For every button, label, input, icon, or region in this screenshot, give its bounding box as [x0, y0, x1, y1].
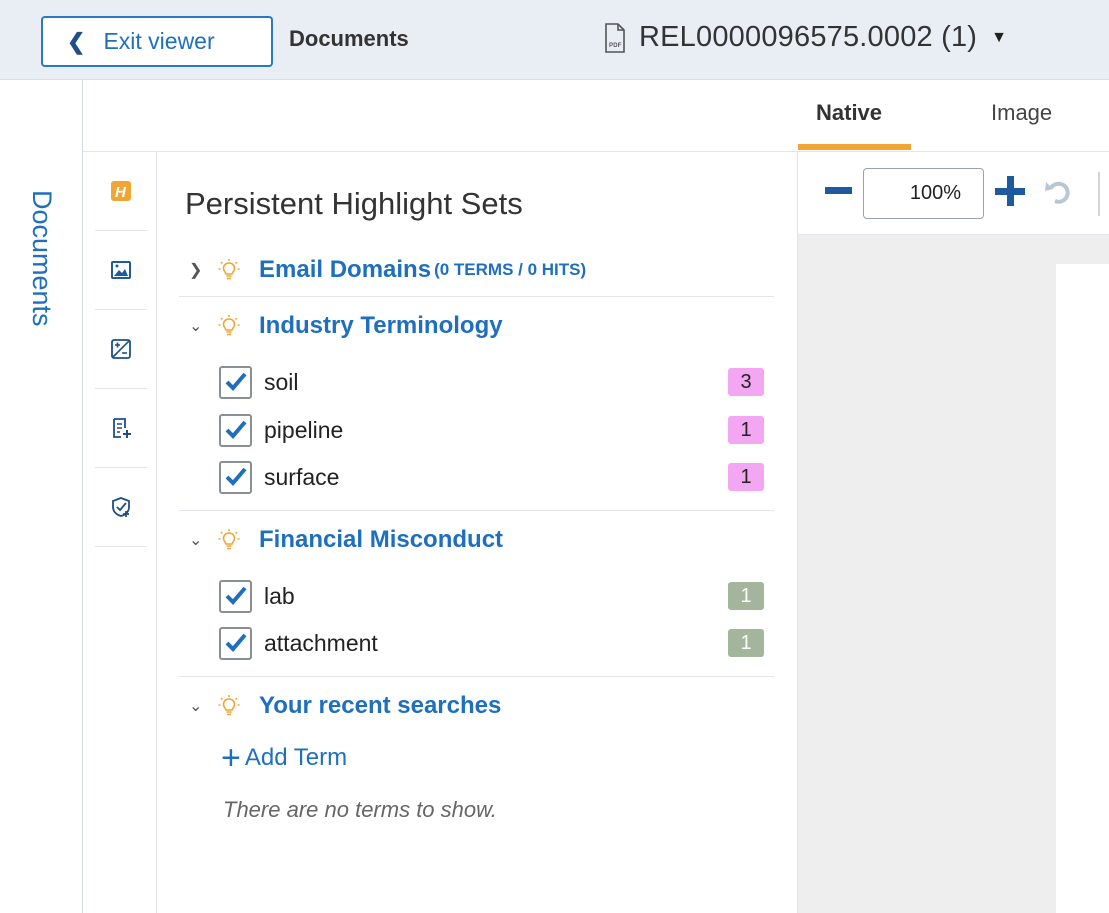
section-name: Financial Misconduct: [259, 526, 504, 553]
term-row: pipeline 1: [219, 413, 764, 447]
term-row: soil 3: [219, 365, 764, 399]
checkmark-icon: [225, 420, 247, 439]
top-bar: ❮ Exit viewer Documents PDF REL000009657…: [0, 0, 1109, 80]
svg-text:PDF: PDF: [609, 43, 622, 49]
term-label: pipeline: [264, 416, 344, 443]
tab-image[interactable]: Image: [991, 100, 1052, 126]
viewer-toolbar: 100%: [798, 151, 1109, 235]
document-viewer: Native Image 100%: [798, 80, 1109, 913]
chevron-right-icon: ❯: [189, 262, 203, 279]
documents-side-tab[interactable]: Documents: [0, 80, 83, 913]
zoom-out-button[interactable]: [825, 187, 852, 194]
term-label: attachment: [264, 629, 378, 656]
hit-count-badge[interactable]: 1: [728, 582, 764, 610]
chevron-down-icon: ▼: [991, 28, 1008, 46]
term-label: soil: [264, 368, 299, 395]
notes-icon: [113, 418, 131, 438]
section-name: Your recent searches: [259, 692, 502, 719]
section-financial-misconduct[interactable]: ⌄ Financial Misconduct: [189, 525, 503, 555]
hit-count-badge[interactable]: 1: [728, 416, 764, 444]
term-row: attachment 1: [219, 626, 764, 660]
bulb-icon: [218, 695, 240, 716]
term-checkbox[interactable]: [219, 460, 252, 494]
hit-count-badge[interactable]: 3: [728, 368, 764, 396]
chevron-down-icon: ⌄: [189, 698, 203, 715]
term-label: surface: [264, 463, 340, 490]
panel-title: Persistent Highlight Sets: [185, 186, 523, 221]
active-tab-indicator: [798, 144, 911, 150]
checkmark-icon: [225, 586, 247, 605]
breadcrumb[interactable]: Documents: [289, 26, 409, 52]
chevron-left-icon: ❮: [67, 28, 86, 54]
panel-header-strip: [83, 80, 798, 152]
bulb-icon: [218, 315, 240, 336]
rail-notes[interactable]: [95, 389, 147, 468]
rail-redact[interactable]: [95, 310, 147, 389]
empty-terms-note: There are no terms to show.: [223, 797, 497, 822]
side-tab-label: Documents: [27, 190, 57, 327]
divider: [179, 510, 774, 511]
section-meta: (0 TERMS / 0 HITS): [434, 260, 587, 279]
term-checkbox[interactable]: [219, 579, 252, 613]
divider: [179, 296, 774, 297]
zoom-level-input[interactable]: 100%: [863, 168, 984, 219]
term-checkbox[interactable]: [219, 626, 252, 660]
term-checkbox[interactable]: [219, 365, 252, 399]
term-row: lab 1: [219, 579, 764, 613]
exit-viewer-button[interactable]: ❮ Exit viewer: [41, 16, 273, 67]
chevron-down-icon: ⌄: [189, 318, 203, 335]
add-term-button[interactable]: + Add Term: [221, 741, 347, 775]
divider: [179, 676, 774, 677]
checkmark-icon: [225, 633, 247, 652]
bulb-icon: [218, 259, 240, 280]
hit-count-badge[interactable]: 1: [728, 629, 764, 657]
document-page[interactable]: [1056, 264, 1109, 913]
chevron-down-icon: ⌄: [189, 532, 203, 549]
term-row: surface 1: [219, 460, 764, 494]
term-label: lab: [264, 582, 295, 609]
document-title: REL0000096575.0002 (1): [639, 21, 978, 53]
zoom-in-button[interactable]: [995, 176, 1025, 206]
document-selector[interactable]: PDF REL0000096575.0002 (1) ▼: [603, 21, 1007, 54]
plus-icon: +: [221, 739, 241, 777]
section-email-domains[interactable]: ❯ Email Domains (0 TERMS / 0 HITS): [189, 255, 586, 285]
highlight-h-icon: H: [111, 181, 131, 201]
hit-count-badge[interactable]: 1: [728, 463, 764, 491]
image-icon: [111, 261, 131, 279]
rail-security[interactable]: [95, 468, 147, 547]
rail-image[interactable]: [95, 231, 147, 310]
bulb-icon: [218, 529, 240, 550]
rail-highlights[interactable]: H: [95, 152, 147, 231]
icon-rail: H: [83, 152, 157, 913]
rotate-icon[interactable]: [1043, 176, 1075, 208]
section-industry-terminology[interactable]: ⌄ Industry Terminology: [189, 311, 503, 341]
section-recent-searches[interactable]: ⌄ Your recent searches: [189, 691, 501, 721]
add-term-label: Add Term: [244, 744, 348, 771]
highlight-sets-panel: Persistent Highlight Sets ❯ Email Domain…: [157, 152, 798, 913]
redact-icon: [111, 339, 131, 359]
pdf-file-icon: PDF: [605, 22, 625, 53]
checkmark-icon: [225, 467, 247, 486]
viewer-tabs: Native Image: [798, 80, 1109, 151]
section-name: Industry Terminology: [259, 312, 503, 339]
toolbar-separator: [1098, 172, 1100, 216]
tab-native[interactable]: Native: [816, 100, 882, 126]
svg-text:H: H: [115, 184, 127, 201]
term-checkbox[interactable]: [219, 413, 252, 447]
shield-icon: [112, 497, 130, 517]
section-name: Email Domains: [259, 256, 432, 283]
checkmark-icon: [225, 372, 247, 391]
exit-viewer-label: Exit viewer: [103, 28, 215, 54]
